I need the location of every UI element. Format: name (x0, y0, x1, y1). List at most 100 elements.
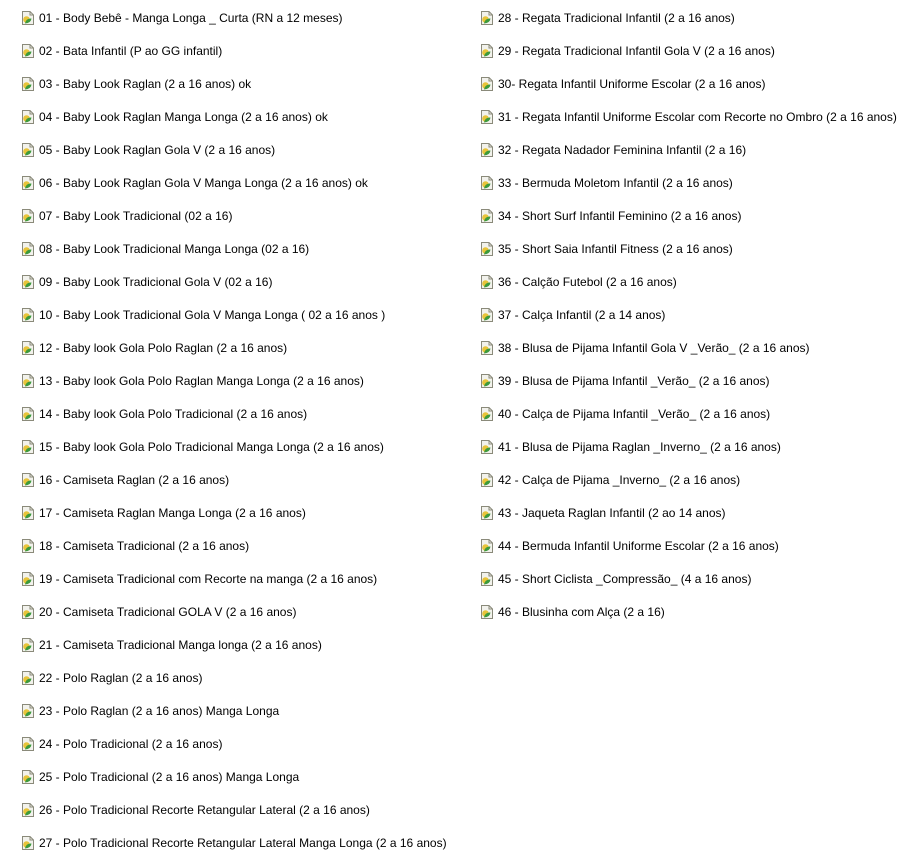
document-image-icon (480, 43, 494, 59)
document-image-icon (480, 538, 494, 554)
file-item[interactable]: 28 - Regata Tradicional Infantil (2 a 16… (480, 8, 735, 28)
file-item[interactable]: 21 - Camiseta Tradicional Manga longa (2… (21, 635, 322, 655)
file-name: 37 - Calça Infantil (2 a 14 anos) (498, 308, 666, 322)
document-image-icon (480, 571, 494, 587)
file-item[interactable]: 40 - Calça de Pijama Infantil _Verão_ (2… (480, 404, 770, 424)
document-image-icon (21, 802, 35, 818)
file-item[interactable]: 07 - Baby Look Tradicional (02 a 16) (21, 206, 232, 226)
file-name: 18 - Camiseta Tradicional (2 a 16 anos) (39, 539, 250, 553)
file-name: 10 - Baby Look Tradicional Gola V Manga … (39, 308, 386, 322)
document-image-icon (21, 340, 35, 356)
file-name: 40 - Calça de Pijama Infantil _Verão_ (2… (498, 407, 771, 421)
document-image-icon (480, 439, 494, 455)
file-name: 02 - Bata Infantil (P ao GG infantil) (39, 44, 223, 58)
file-item[interactable]: 01 - Body Bebê - Manga Longa _ Curta (RN… (21, 8, 343, 28)
document-image-icon (480, 109, 494, 125)
file-item[interactable]: 44 - Bermuda Infantil Uniforme Escolar (… (480, 536, 779, 556)
file-item[interactable]: 34 - Short Surf Infantil Feminino (2 a 1… (480, 206, 741, 226)
document-image-icon (21, 571, 35, 587)
file-name: 03 - Baby Look Raglan (2 a 16 anos) ok (39, 77, 252, 91)
file-name: 31 - Regata Infantil Uniforme Escolar co… (498, 110, 897, 124)
file-item[interactable]: 39 - Blusa de Pijama Infantil _Verão_ (2… (480, 371, 770, 391)
file-name: 13 - Baby look Gola Polo Raglan Manga Lo… (39, 374, 364, 388)
document-image-icon (21, 373, 35, 389)
file-item[interactable]: 42 - Calça de Pijama _Inverno_ (2 a 16 a… (480, 470, 740, 490)
file-name: 01 - Body Bebê - Manga Longa _ Curta (RN… (39, 11, 343, 25)
file-name: 04 - Baby Look Raglan Manga Longa (2 a 1… (39, 110, 328, 124)
file-name: 06 - Baby Look Raglan Gola V Manga Longa… (39, 176, 368, 190)
file-name: 22 - Polo Raglan (2 a 16 anos) (39, 671, 203, 685)
document-image-icon (480, 175, 494, 191)
document-image-icon (480, 340, 494, 356)
file-item[interactable]: 36 - Calção Futebol (2 a 16 anos) (480, 272, 677, 292)
document-image-icon (21, 109, 35, 125)
file-item[interactable]: 13 - Baby look Gola Polo Raglan Manga Lo… (21, 371, 364, 391)
file-item[interactable]: 31 - Regata Infantil Uniforme Escolar co… (480, 107, 897, 127)
file-item[interactable]: 43 - Jaqueta Raglan Infantil (2 ao 14 an… (480, 503, 725, 523)
document-image-icon (21, 76, 35, 92)
document-image-icon (21, 208, 35, 224)
document-image-icon (480, 208, 494, 224)
document-image-icon (480, 10, 494, 26)
document-image-icon (480, 241, 494, 257)
file-item[interactable]: 33 - Bermuda Moletom Infantil (2 a 16 an… (480, 173, 733, 193)
file-item[interactable]: 32 - Regata Nadador Feminina Infantil (2… (480, 140, 746, 160)
file-item[interactable]: 19 - Camiseta Tradicional com Recorte na… (21, 569, 377, 589)
file-item[interactable]: 24 - Polo Tradicional (2 a 16 anos) (21, 734, 222, 754)
file-name: 32 - Regata Nadador Feminina Infantil (2… (498, 143, 747, 157)
file-item[interactable]: 05 - Baby Look Raglan Gola V (2 a 16 ano… (21, 140, 275, 160)
file-item[interactable]: 35 - Short Saia Infantil Fitness (2 a 16… (480, 239, 733, 259)
document-image-icon (21, 439, 35, 455)
file-item[interactable]: 46 - Blusinha com Alça (2 a 16) (480, 602, 665, 622)
file-item[interactable]: 08 - Baby Look Tradicional Manga Longa (… (21, 239, 309, 259)
document-image-icon (480, 274, 494, 290)
file-name: 26 - Polo Tradicional Recorte Retangular… (39, 803, 370, 817)
file-name: 07 - Baby Look Tradicional (02 a 16) (39, 209, 233, 223)
file-item[interactable]: 23 - Polo Raglan (2 a 16 anos) Manga Lon… (21, 701, 279, 721)
file-item[interactable]: 41 - Blusa de Pijama Raglan _Inverno_ (2… (480, 437, 781, 457)
file-item[interactable]: 04 - Baby Look Raglan Manga Longa (2 a 1… (21, 107, 328, 127)
file-item[interactable]: 26 - Polo Tradicional Recorte Retangular… (21, 800, 370, 820)
file-item[interactable]: 18 - Camiseta Tradicional (2 a 16 anos) (21, 536, 249, 556)
file-item[interactable]: 38 - Blusa de Pijama Infantil Gola V _Ve… (480, 338, 810, 358)
document-image-icon (480, 505, 494, 521)
file-item[interactable]: 29 - Regata Tradicional Infantil Gola V … (480, 41, 775, 61)
file-name: 05 - Baby Look Raglan Gola V (2 a 16 ano… (39, 143, 276, 157)
file-name: 29 - Regata Tradicional Infantil Gola V … (498, 44, 775, 58)
file-item[interactable]: 30- Regata Infantil Uniforme Escolar (2 … (480, 74, 765, 94)
file-item[interactable]: 16 - Camiseta Raglan (2 a 16 anos) (21, 470, 229, 490)
document-image-icon (480, 604, 494, 620)
file-item[interactable]: 14 - Baby look Gola Polo Tradicional (2 … (21, 404, 307, 424)
file-name: 15 - Baby look Gola Polo Tradicional Man… (39, 440, 384, 454)
file-item[interactable]: 20 - Camiseta Tradicional GOLA V (2 a 16… (21, 602, 296, 622)
file-item[interactable]: 10 - Baby Look Tradicional Gola V Manga … (21, 305, 385, 325)
document-image-icon (480, 406, 494, 422)
file-item[interactable]: 17 - Camiseta Raglan Manga Longa (2 a 16… (21, 503, 306, 523)
document-image-icon (21, 670, 35, 686)
file-item[interactable]: 12 - Baby look Gola Polo Raglan (2 a 16 … (21, 338, 287, 358)
document-image-icon (480, 142, 494, 158)
file-name: 14 - Baby look Gola Polo Tradicional (2 … (39, 407, 308, 421)
file-name: 12 - Baby look Gola Polo Raglan (2 a 16 … (39, 341, 288, 355)
document-image-icon (480, 472, 494, 488)
document-image-icon (480, 76, 494, 92)
document-image-icon (21, 472, 35, 488)
document-image-icon (21, 10, 35, 26)
file-item[interactable]: 27 - Polo Tradicional Recorte Retangular… (21, 833, 447, 853)
file-item[interactable]: 02 - Bata Infantil (P ao GG infantil) (21, 41, 222, 61)
file-item[interactable]: 06 - Baby Look Raglan Gola V Manga Longa… (21, 173, 368, 193)
file-name: 24 - Polo Tradicional (2 a 16 anos) (39, 737, 223, 751)
file-name: 21 - Camiseta Tradicional Manga longa (2… (39, 638, 322, 652)
file-item[interactable]: 09 - Baby Look Tradicional Gola V (02 a … (21, 272, 272, 292)
file-name: 36 - Calção Futebol (2 a 16 anos) (498, 275, 677, 289)
file-item[interactable]: 03 - Baby Look Raglan (2 a 16 anos) ok (21, 74, 251, 94)
document-image-icon (21, 274, 35, 290)
file-item[interactable]: 22 - Polo Raglan (2 a 16 anos) (21, 668, 202, 688)
file-item[interactable]: 15 - Baby look Gola Polo Tradicional Man… (21, 437, 384, 457)
file-item[interactable]: 45 - Short Ciclista _Compressão_ (4 a 16… (480, 569, 751, 589)
file-name: 08 - Baby Look Tradicional Manga Longa (… (39, 242, 310, 256)
file-item[interactable]: 25 - Polo Tradicional (2 a 16 anos) Mang… (21, 767, 299, 787)
file-item[interactable]: 37 - Calça Infantil (2 a 14 anos) (480, 305, 665, 325)
file-name: 23 - Polo Raglan (2 a 16 anos) Manga Lon… (39, 704, 280, 718)
document-image-icon (480, 373, 494, 389)
